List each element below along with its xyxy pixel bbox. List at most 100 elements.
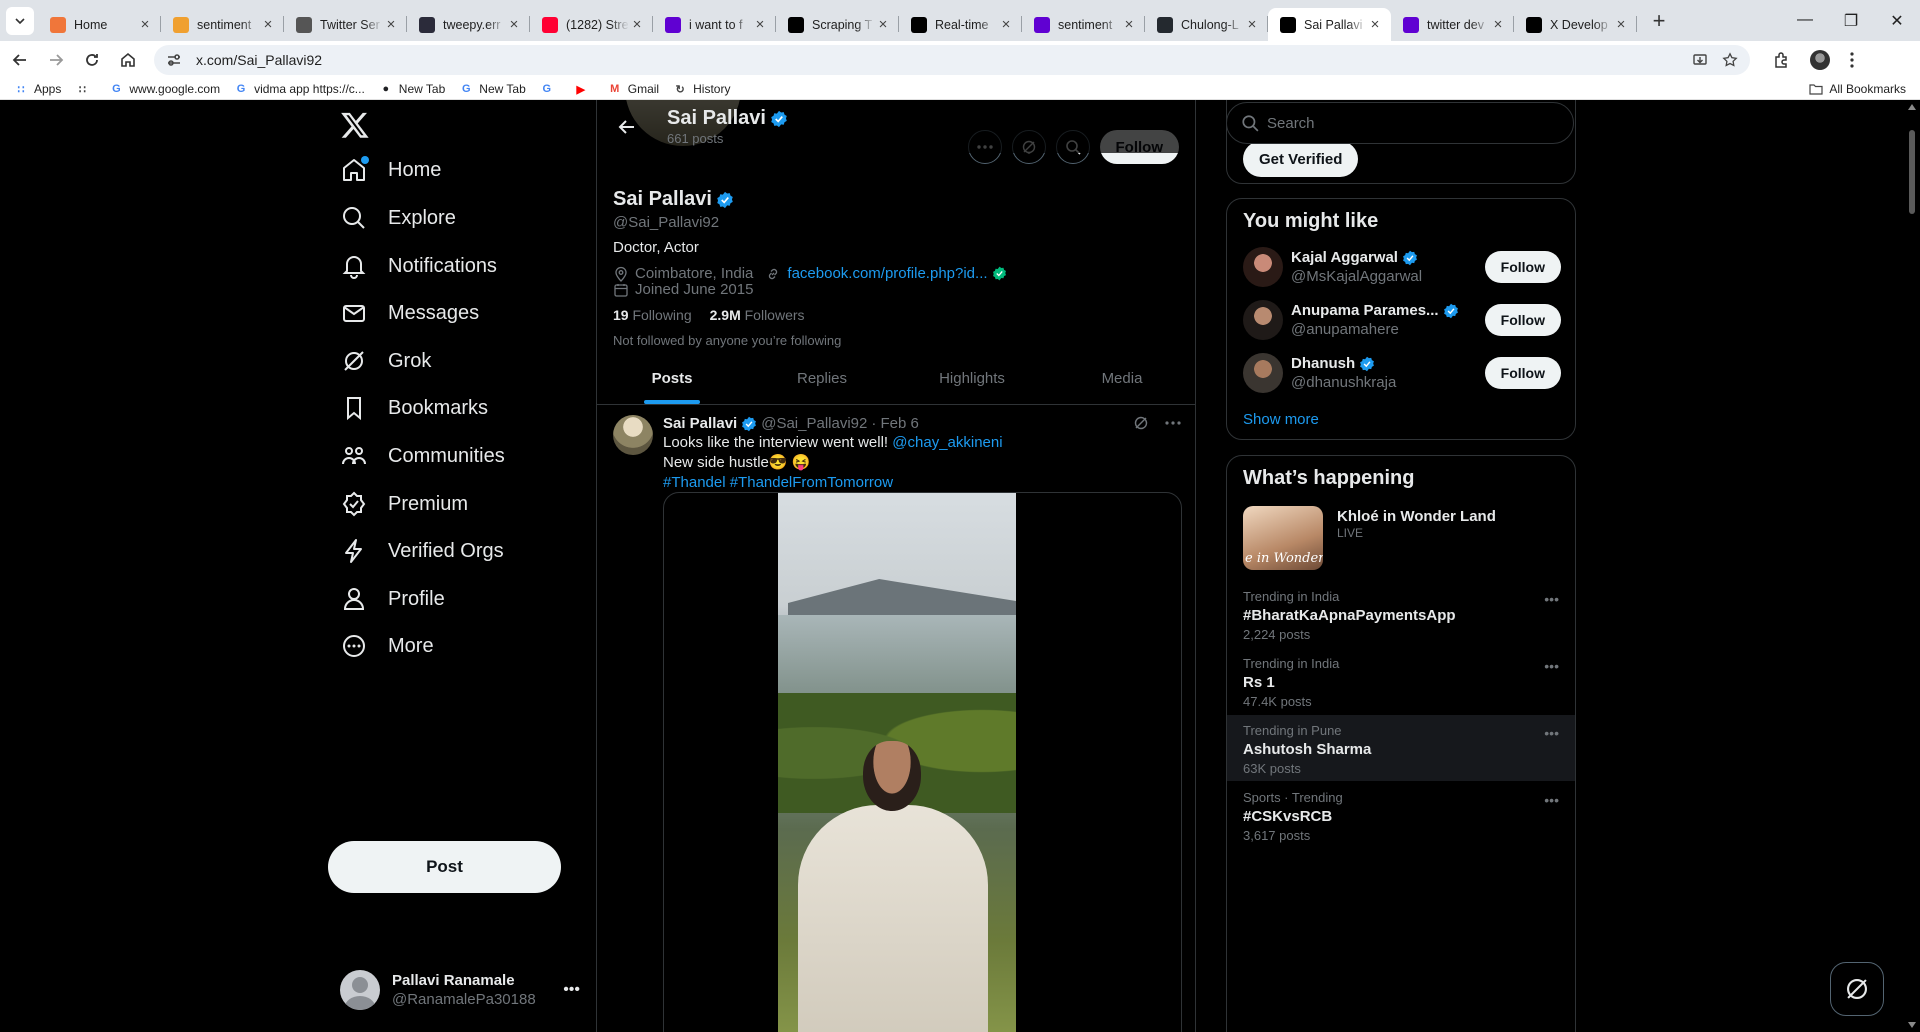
ellipsis-icon[interactable]	[1165, 421, 1181, 425]
browser-tab[interactable]: sentiment ×	[1022, 8, 1145, 41]
close-tab-icon[interactable]: ×	[875, 16, 891, 33]
bookmark-item[interactable]: Gvidma app https://c...	[234, 82, 365, 96]
nav-item-more[interactable]: More	[340, 621, 434, 671]
bookmark-item[interactable]: ▶	[574, 82, 594, 96]
close-window-button[interactable]: ✕	[1874, 11, 1920, 31]
nav-item-profile[interactable]: Profile	[340, 574, 445, 624]
tweet-media[interactable]	[663, 492, 1182, 1032]
restore-button[interactable]: ❐	[1828, 11, 1874, 31]
close-tab-icon[interactable]: ×	[1613, 16, 1629, 33]
suggestion-row[interactable]: Kajal Aggarwal @MsKajalAggarwal Follow	[1243, 245, 1561, 289]
tweet-author-name[interactable]: Sai Pallavi	[663, 415, 737, 432]
forward-button[interactable]	[40, 44, 72, 76]
tab-highlights[interactable]: Highlights	[897, 352, 1047, 404]
close-tab-icon[interactable]: ×	[506, 16, 522, 33]
close-tab-icon[interactable]: ×	[998, 16, 1014, 33]
trend-item[interactable]: Sports · Trending #CSKvsRCB 3,617 posts …	[1227, 790, 1575, 843]
avatar[interactable]	[1243, 247, 1283, 287]
suggestion-row[interactable]: Anupama Parames... @anupamahere Follow	[1243, 298, 1561, 342]
follow-button[interactable]: Follow	[1484, 251, 1561, 283]
trend-item[interactable]: Trending in India #BharatKaApnaPaymentsA…	[1227, 589, 1575, 642]
close-tab-icon[interactable]: ×	[1490, 16, 1506, 33]
browser-tab[interactable]: Chulong-L ×	[1145, 8, 1268, 41]
browser-tab[interactable]: (1282) Stre ×	[530, 8, 653, 41]
trend-item[interactable]: Trending in India Rs 1 47.4K posts •••	[1227, 656, 1575, 709]
search-input[interactable]: Search	[1226, 102, 1574, 144]
follow-button[interactable]: Follow	[1484, 304, 1561, 336]
bookmark-item[interactable]: ∷	[75, 82, 95, 96]
trend-more-icon[interactable]: •••	[1544, 591, 1559, 607]
avatar[interactable]	[1243, 353, 1283, 393]
follow-button[interactable]: Follow	[1484, 357, 1561, 389]
close-tab-icon[interactable]: ×	[383, 16, 399, 33]
followers-link[interactable]: 2.9M Followers	[710, 307, 805, 323]
tab-search-button[interactable]	[6, 6, 34, 35]
profile-link[interactable]: facebook.com/profile.php?id...	[787, 265, 987, 282]
following-link[interactable]: 19 Following	[613, 307, 692, 323]
bookmark-item[interactable]: ∷ Apps	[14, 82, 62, 96]
trend-more-icon[interactable]: •••	[1544, 658, 1559, 674]
address-bar[interactable]: x.com/Sai_Pallavi92	[154, 45, 1750, 75]
url-text[interactable]: x.com/Sai_Pallavi92	[196, 52, 1692, 68]
bookmark-star-icon[interactable]	[1722, 52, 1738, 68]
tweet[interactable]: Sai Pallavi @Sai_Pallavi92 · Feb 6 Looks…	[597, 405, 1195, 1032]
all-bookmarks-button[interactable]: All Bookmarks	[1809, 82, 1906, 96]
browser-tab[interactable]: i want to f ×	[653, 8, 776, 41]
browser-menu-icon[interactable]	[1850, 52, 1854, 68]
back-button[interactable]	[609, 109, 645, 145]
bookmark-item[interactable]: M Gmail	[608, 82, 659, 96]
browser-tab[interactable]: Home ×	[38, 8, 161, 41]
show-more-link[interactable]: Show more	[1243, 411, 1319, 428]
bookmark-item[interactable]: ↻ History	[673, 82, 731, 96]
browser-tab[interactable]: tweepy.err ×	[407, 8, 530, 41]
browser-tab[interactable]: Twitter Ser ×	[284, 8, 407, 41]
bookmark-item[interactable]: ● New Tab	[379, 82, 445, 96]
account-switcher[interactable]: Pallavi Ranamale @RanamalePa30188 •••	[340, 966, 580, 1014]
tab-posts[interactable]: Posts	[597, 352, 747, 404]
tweet-hashtags[interactable]: #Thandel #ThandelFromTomorrow	[663, 473, 1183, 493]
nav-item-communities[interactable]: Communities	[340, 431, 505, 481]
install-app-icon[interactable]	[1692, 52, 1708, 68]
post-button[interactable]: Post	[328, 841, 561, 893]
close-tab-icon[interactable]: ×	[260, 16, 276, 33]
back-button[interactable]	[4, 44, 36, 76]
tweet-avatar[interactable]	[613, 415, 653, 455]
minimize-button[interactable]: —	[1782, 11, 1828, 31]
browser-tab[interactable]: Sai Pallavi ×	[1268, 8, 1391, 41]
tab-media[interactable]: Media	[1047, 352, 1195, 404]
grok-icon[interactable]	[1133, 415, 1149, 431]
browser-tab[interactable]: Scraping T ×	[776, 8, 899, 41]
tweet-author-handle[interactable]: @Sai_Pallavi92	[761, 415, 867, 432]
grok-floating-button[interactable]	[1830, 962, 1884, 1016]
browser-tab[interactable]: X Develop ×	[1514, 8, 1637, 41]
browser-tab[interactable]: Real-time ×	[899, 8, 1022, 41]
suggestion-name[interactable]: Kajal Aggarwal	[1291, 249, 1398, 266]
site-info-icon[interactable]	[166, 52, 182, 68]
home-button[interactable]	[112, 44, 144, 76]
nav-item-grok[interactable]: Grok	[340, 336, 431, 386]
browser-tab[interactable]: sentiment ×	[161, 8, 284, 41]
live-title[interactable]: Khloé in Wonder Land	[1337, 508, 1496, 525]
x-logo-icon[interactable]	[340, 110, 370, 140]
nav-item-explore[interactable]: Explore	[340, 193, 456, 243]
close-tab-icon[interactable]: ×	[137, 16, 153, 33]
tweet-date[interactable]: · Feb 6	[871, 415, 919, 432]
get-verified-button[interactable]: Get Verified	[1243, 141, 1359, 177]
browser-profile-avatar[interactable]	[1810, 50, 1830, 70]
trend-more-icon[interactable]: •••	[1544, 725, 1559, 741]
tab-replies[interactable]: Replies	[747, 352, 897, 404]
suggestion-name[interactable]: Anupama Parames...	[1291, 302, 1439, 319]
nav-item-verified-orgs[interactable]: Verified Orgs	[340, 526, 504, 576]
trend-more-icon[interactable]: •••	[1544, 792, 1559, 808]
close-tab-icon[interactable]: ×	[1244, 16, 1260, 33]
avatar[interactable]	[1243, 300, 1283, 340]
close-tab-icon[interactable]: ×	[1367, 16, 1383, 33]
close-tab-icon[interactable]: ×	[1121, 16, 1137, 33]
nav-item-messages[interactable]: Messages	[340, 288, 479, 338]
tweet-mention[interactable]: @chay_akkineni	[892, 434, 1002, 451]
close-tab-icon[interactable]: ×	[752, 16, 768, 33]
trend-item[interactable]: Trending in Pune Ashutosh Sharma 63K pos…	[1227, 715, 1575, 781]
live-thumbnail[interactable]: e in Wonder l	[1243, 506, 1323, 570]
browser-tab[interactable]: twitter dev ×	[1391, 8, 1514, 41]
scrollbar-thumb[interactable]	[1909, 130, 1915, 214]
